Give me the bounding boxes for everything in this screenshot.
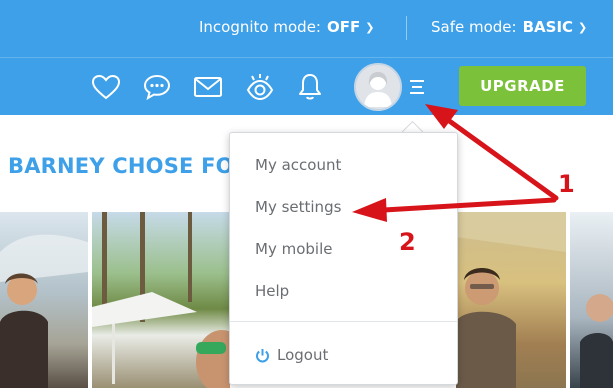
menu-item-my-mobile[interactable]: My mobile xyxy=(255,240,332,258)
profile-photo[interactable] xyxy=(456,212,566,388)
menu-line xyxy=(410,92,424,94)
incognito-mode-toggle[interactable]: Incognito mode: OFF ❯ xyxy=(199,18,374,36)
incognito-mode-value: OFF xyxy=(326,18,361,36)
bell-icon[interactable] xyxy=(294,71,326,103)
avatar[interactable] xyxy=(354,63,402,111)
profile-photo[interactable] xyxy=(0,212,88,388)
menu-item-help[interactable]: Help xyxy=(255,282,289,300)
menu-divider xyxy=(230,321,457,322)
chat-icon[interactable] xyxy=(141,71,173,103)
incognito-mode-label: Incognito mode: xyxy=(199,18,321,36)
menu-item-my-settings[interactable]: My settings xyxy=(255,198,341,216)
upgrade-button[interactable]: UPGRADE xyxy=(459,66,586,106)
safe-mode-value: BASIC xyxy=(522,18,574,36)
chevron-down-icon: ❯ xyxy=(365,20,375,34)
power-icon xyxy=(255,348,270,363)
account-dropdown-menu: My account My settings My mobile Help Lo… xyxy=(229,132,458,385)
menu-toggle-icon[interactable] xyxy=(410,80,424,94)
top-bar: Incognito mode: OFF ❯ Safe mode: BASIC ❯ xyxy=(0,0,613,57)
profile-photo[interactable] xyxy=(570,212,613,388)
mode-divider xyxy=(406,16,407,40)
step-number-1: 1 xyxy=(558,170,575,198)
profile-photo[interactable] xyxy=(92,212,230,388)
menu-item-my-account[interactable]: My account xyxy=(255,156,341,174)
eye-icon[interactable] xyxy=(244,71,276,103)
heart-icon[interactable] xyxy=(90,71,122,103)
chevron-down-icon: ❯ xyxy=(578,20,588,34)
mail-icon[interactable] xyxy=(192,71,224,103)
safe-mode-toggle[interactable]: Safe mode: BASIC ❯ xyxy=(431,18,587,36)
menu-line xyxy=(412,86,422,88)
logout-label: Logout xyxy=(277,346,329,364)
safe-mode-label: Safe mode: xyxy=(431,18,517,36)
step-number-2: 2 xyxy=(399,228,416,256)
logout-button[interactable]: Logout xyxy=(255,346,328,364)
menu-line xyxy=(410,80,424,82)
page-heading: BARNEY CHOSE FO xyxy=(8,154,234,178)
